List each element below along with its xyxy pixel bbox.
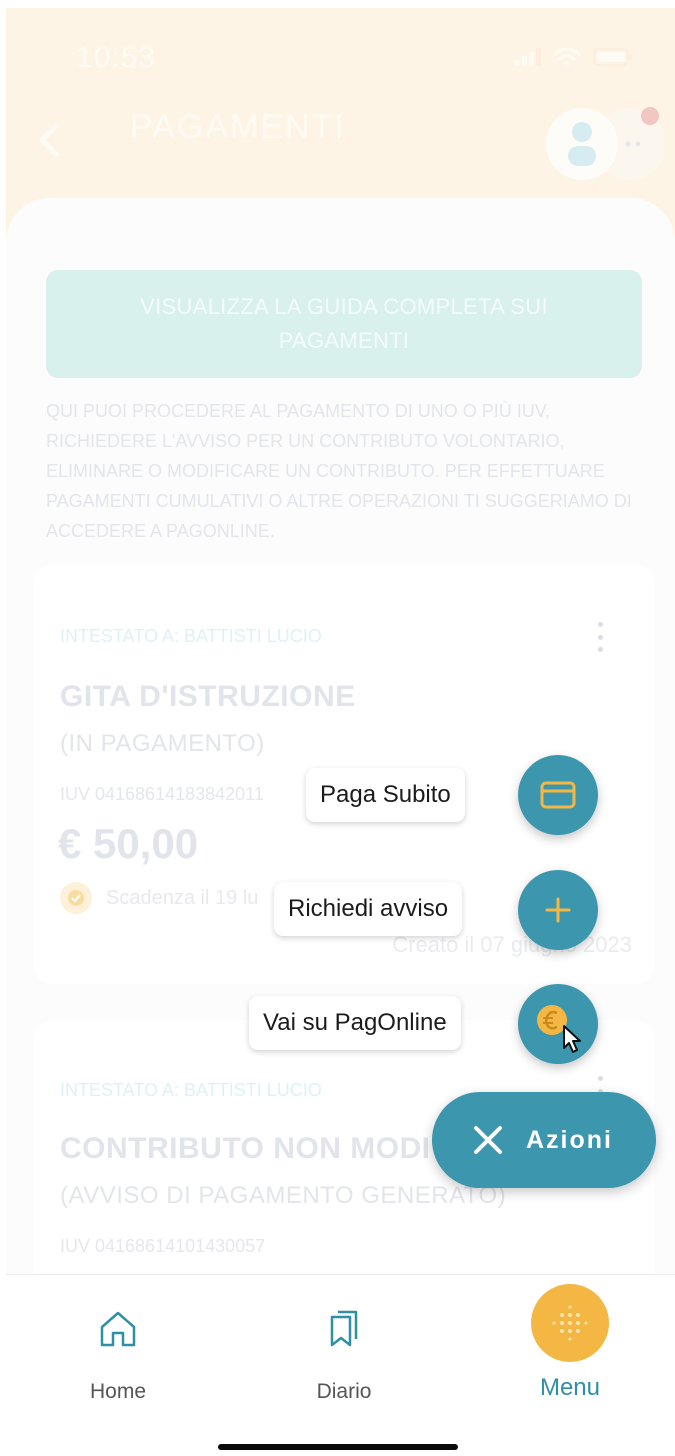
card-iuv: IUV 04168614183842011 — [60, 784, 264, 804]
plus-icon — [545, 897, 571, 923]
pay-now-label[interactable]: Paga Subito — [306, 768, 465, 822]
signal-icon — [515, 48, 541, 66]
request-notice-label[interactable]: Richiedi avviso — [274, 882, 463, 936]
tab-menu-label: Menu — [539, 1374, 601, 1401]
tab-diary-label: Diario — [316, 1380, 372, 1403]
menu-grid-icon — [531, 1284, 609, 1362]
card-status: (AVVISO DI PAGAMENTO GENERATO) — [60, 1182, 507, 1209]
card-due: Scadenza il 19 lu — [60, 882, 258, 914]
bottom-tab-bar: Home Diario Menu — [6, 1274, 675, 1456]
status-time: 10:53 — [76, 41, 157, 74]
app-screen: 10:53 PAGAMENTI VISUALIZZA LA GUIDA COMP… — [6, 8, 675, 1456]
pagonline-button[interactable] — [518, 984, 598, 1064]
tab-diary[interactable]: Diario — [286, 1275, 402, 1404]
card-status: (IN PAGAMENTO) — [60, 730, 265, 757]
status-icons — [515, 44, 633, 70]
card-amount: € 50,00 — [58, 820, 199, 867]
battery-icon — [593, 48, 632, 66]
request-notice-button[interactable] — [518, 870, 598, 950]
tab-home-label: Home — [89, 1380, 147, 1403]
more-options-icon[interactable] — [596, 622, 604, 652]
chevron-left-icon — [39, 123, 59, 157]
intro-text: QUI PUOI PROCEDERE AL PAGAMENTO DI UNO O… — [46, 401, 632, 541]
card-owner: INTESTATO A: BATTISTI LUCIO — [60, 1080, 322, 1100]
card-due-text: Scadenza il 19 lu — [106, 886, 259, 909]
avatar-icon — [546, 107, 666, 180]
credit-card-icon — [540, 781, 576, 809]
bookmark-icon — [330, 1310, 358, 1347]
card-iuv: IUV 04168614101430057 — [60, 1236, 266, 1256]
home-icon — [100, 1311, 136, 1347]
close-icon — [474, 1126, 502, 1154]
page-title: PAGAMENTI — [130, 108, 346, 146]
tab-home[interactable]: Home — [60, 1275, 176, 1404]
tab-menu[interactable]: Menu — [518, 1275, 622, 1402]
check-circle-icon — [60, 882, 92, 914]
actions-toggle-label: Azioni — [526, 1125, 613, 1154]
payment-guide-button[interactable]: VISUALIZZA LA GUIDA COMPLETA SUI PAGAMEN… — [46, 270, 642, 378]
pagonline-label[interactable]: Vai su PagOnline — [249, 996, 461, 1050]
card-owner: INTESTATO A: BATTISTI LUCIO — [60, 626, 322, 646]
euro-coin-icon — [537, 1005, 581, 1053]
home-indicator — [218, 1444, 458, 1450]
wifi-icon — [553, 47, 581, 67]
card-title: GITA D'ISTRUZIONE — [60, 680, 356, 713]
back-button[interactable] — [32, 120, 68, 160]
actions-toggle-button[interactable]: Azioni — [432, 1092, 656, 1188]
pay-now-button[interactable] — [518, 755, 598, 835]
profile-switcher[interactable] — [542, 104, 666, 184]
card-title: CONTRIBUTO NON MODI — [60, 1132, 431, 1165]
